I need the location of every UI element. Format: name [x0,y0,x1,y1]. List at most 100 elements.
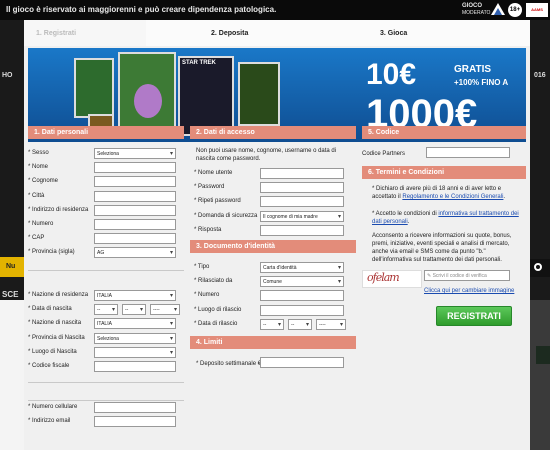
personal.fields.1-label: * Nome [28,164,49,171]
registration-modal: 1. Registrati 2. Deposita 3. Gioca STAR … [24,20,530,450]
personal.fields2.3-label: * Provincia di Nascita [28,334,85,341]
section-personal-title: 1. Dati personali [28,126,184,139]
regulation-link[interactable]: Regolamento e le Condizioni Generali [402,194,503,200]
weekly-deposit-input[interactable] [260,357,344,368]
partner-code-input[interactable] [426,147,510,158]
personal.fields2.1-date-part[interactable]: -- [122,304,146,316]
access.fields.0-input[interactable] [260,168,344,179]
access.fields.0-label: * Nome utente [194,170,233,176]
captcha-input[interactable]: ✎ Scrivi il codice di verifica [424,270,510,281]
personal.fields.1-input[interactable] [94,162,176,174]
identity.fields.4-label: * Data di rilascio [194,320,238,327]
bg-thumbnail[interactable] [536,346,550,364]
identity.fields.0-select[interactable]: Carta d'identità [260,262,344,273]
password-note: Non puoi usare nome, cognome, username o… [196,148,337,162]
identity.fields.1-select[interactable]: Comune [260,276,344,288]
refresh-captcha-link[interactable]: Clicca qui per cambiare immagine [424,288,514,294]
bg-content-panel [0,300,24,450]
personal.fields2.4-select[interactable] [94,346,176,358]
steps-bar: 1. Registrati 2. Deposita 3. Gioca [24,20,530,46]
identity.fields.2-label: * Numero [194,292,220,299]
personal.fields2.0-label: * Nazione di residenza [28,292,89,298]
captcha-image: ofelam [362,270,422,288]
personal.fields.5-label: * Numero [28,221,54,227]
responsible-gaming-warning: Il gioco è riservato ai maggiorenni e pu… [6,5,277,14]
access.fields.4-label: * Risposta [194,226,222,233]
personal.fields2.2-label: * Nazione di nascita [28,320,82,327]
section-access-title: 2. Dati di accesso [190,126,356,139]
personal.fields3.0-label: * Numero cellulare [28,404,78,410]
personal.fields.4-input[interactable] [94,204,176,216]
identity.fields.1-label: * Rilasciato da [194,278,233,285]
personal.fields3.1-label: * Indirizzo email [28,418,71,425]
identity.fields.3-label: * Luogo di rilascio [194,306,242,313]
privacy-accept-text: * Accetto le condizioni di informativa s… [372,211,519,225]
identity.fields.2-input[interactable] [260,290,344,302]
step-register: 1. Registrati [36,30,77,37]
promo-gratis: GRATIS [454,64,492,75]
access.fields.1-input[interactable] [260,182,344,194]
personal.fields.3-label: * Città [28,192,45,199]
divider [28,400,184,401]
personal.fields.7-label: * Provincia (sigla) [28,249,75,256]
top-warning-bar: Il gioco è riservato ai maggiorenni e pu… [0,0,550,20]
personal.fields.2-label: * Cognome [28,178,59,185]
game-card-1 [74,58,114,118]
age-18-badge: 18+ [508,3,522,17]
section-code-title: 5. Codice [362,126,526,139]
personal.fields.7-select[interactable]: AG [94,247,176,259]
game-card-startrek: STAR TREK [178,56,234,136]
terms-accept-text: * Dichiaro di avere più di 18 anni e di … [372,186,506,200]
access.fields.2-label: * Ripeti password [194,198,241,205]
personal.fields3.0-input[interactable] [94,402,176,413]
personal.fields3.1-input[interactable] [94,416,176,428]
divider [28,270,184,271]
personal.fields2.5-label: * Codice fiscale [28,363,70,369]
access.fields.1-label: * Password [194,184,225,191]
step-play: 3. Gioca [380,30,408,37]
partner-code-label: Codice Partners [362,151,406,157]
section-terms-title: 6. Termini e Condizioni [362,166,526,179]
personal.fields2.1-date-part[interactable]: -- [94,304,118,316]
marketing-consent-text: Acconsento a ricevere informazioni su qu… [372,233,512,263]
personal.fields.3-input[interactable] [94,190,176,202]
personal.fields2.1-label: * Data di nascita [28,306,72,313]
aams-logo: AAMS [526,3,548,17]
bg-heading-fragment: SCE [2,290,19,299]
bg-yellow-tab[interactable]: Nu [0,257,24,277]
personal.fields2.2-select[interactable]: ITALIA [94,318,176,330]
promo-bonus: +100% FINO A [454,78,509,87]
personal.fields.4-label: * Indirizzo di residenza [28,206,89,213]
personal.fields.0-label: * Sesso [28,150,49,156]
access.fields.3-label: * Domanda di sicurezza [194,212,258,219]
personal.fields2.4-label: * Luogo di Nascita [28,348,77,355]
game-card-4 [238,62,280,126]
bg-right-panel [530,300,550,450]
mountain-logo-icon [491,3,505,15]
section-identity-title: 3. Documento d'identità [190,240,356,253]
personal.fields.0-select[interactable]: Seleziona [94,148,176,159]
access.fields.4-input[interactable] [260,224,344,236]
personal.fields2.5-input[interactable] [94,361,176,372]
access.fields.3-select[interactable]: Il cognome di mia madre [260,210,344,222]
personal.fields2.3-select[interactable]: Seleziona [94,332,176,344]
personal.fields2.0-select[interactable]: ITALIA [94,290,176,301]
identity.fields.4-date-part[interactable]: -- [260,318,284,330]
identity.fields.4-date-part[interactable]: -- [288,318,312,330]
section-limits-title: 4. Limiti [190,336,356,349]
identity.fields.0-label: * Tipo [194,264,210,270]
personal.fields.6-input[interactable] [94,233,176,245]
personal.fields2.1-date-part[interactable]: ---- [150,304,180,316]
identity.fields.3-input[interactable] [260,304,344,316]
register-button[interactable]: REGISTRATI [436,306,512,326]
personal.fields.2-input[interactable] [94,176,176,188]
divider [28,382,184,383]
identity.fields.4-date-part[interactable]: ---- [316,318,346,330]
personal.fields.5-input[interactable] [94,219,176,230]
gioco-moderato-logo[interactable]: GIOCO MODERATO [462,3,490,17]
access.fields.2-input[interactable] [260,196,344,208]
bg-year-fragment: 016 [534,72,546,79]
step-deposit: 2. Deposita [211,30,249,37]
search-icon [534,263,542,271]
promo-amount: 10€ [366,58,417,91]
